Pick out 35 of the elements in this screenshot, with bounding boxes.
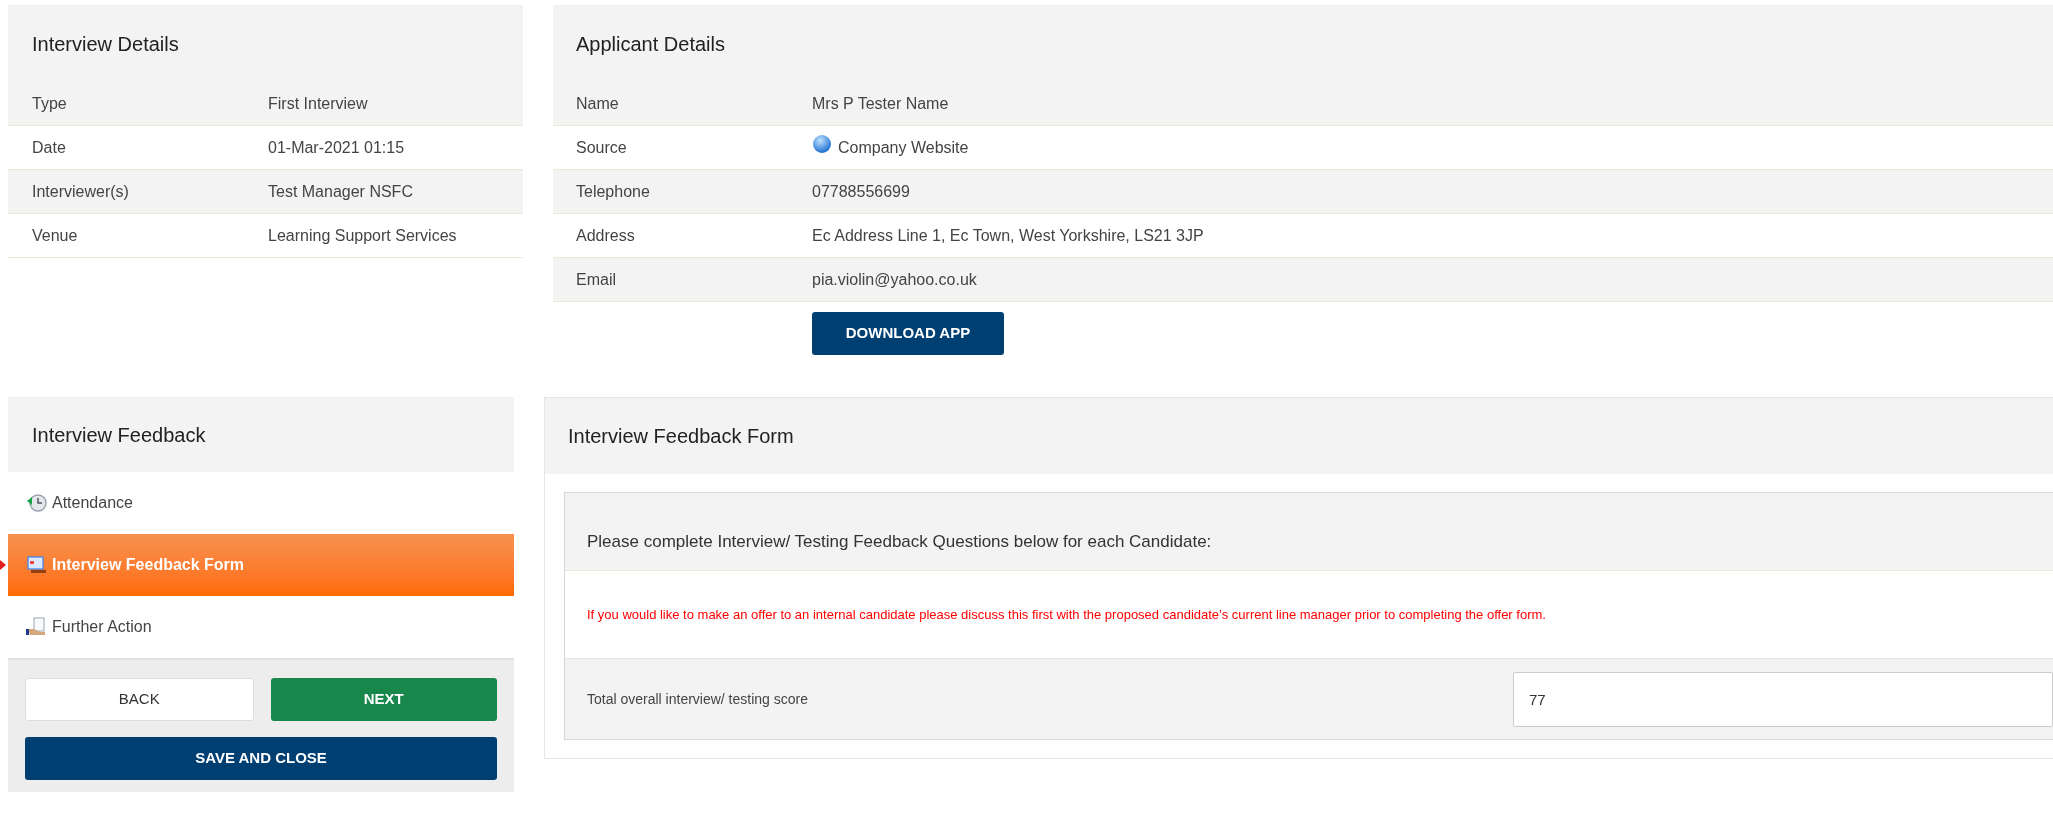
save-and-close-button[interactable]: SAVE AND CLOSE: [25, 737, 497, 780]
warning-text: If you would like to make an offer to an internal candidate please discuss this first with the proposed candidate’s current line manager prior to completing the offer form.: [587, 605, 1546, 624]
field-value: 07788556699: [812, 181, 910, 202]
clock-icon: [26, 493, 48, 513]
field-label: Telephone: [576, 181, 651, 202]
form-icon: [26, 555, 48, 575]
pointer-icon: [0, 560, 6, 570]
field-label: Interviewer(s): [32, 181, 130, 202]
download-app-button[interactable]: DOWNLOAD APP: [812, 312, 1004, 355]
field-value: 01-Mar-2021 01:15: [268, 137, 405, 158]
next-button[interactable]: NEXT: [270, 678, 497, 721]
field-label: Type: [32, 93, 68, 114]
score-field[interactable]: 77: [1513, 671, 2053, 727]
form-instructions: Please complete Interview/ Testing Feedback Questions below for each Candidate:: [587, 530, 1212, 553]
field-value: pia.violin@yahoo.co.uk: [812, 269, 977, 290]
field-value: Learning Support Services: [268, 225, 457, 246]
field-value: First Interview: [268, 93, 368, 114]
field-label: Venue: [32, 225, 79, 246]
globe-icon: [812, 133, 832, 154]
document-hand-icon: [26, 617, 48, 637]
field-value: Ec Address Line 1, Ec Town, West Yorkshire, LS21 3JP: [812, 225, 1204, 246]
panel-title: Interview Feedback: [32, 422, 206, 448]
field-label: Email: [576, 269, 617, 290]
field-label: Source: [576, 137, 628, 158]
field-value: Company Website: [838, 137, 969, 158]
field-label: Name: [576, 93, 620, 114]
field-label: Date: [32, 137, 67, 158]
back-button[interactable]: BACK: [25, 678, 254, 721]
field-value: Test Manager NSFC: [268, 181, 413, 202]
panel-title: Interview Details: [32, 31, 179, 57]
panel-title: Interview Feedback Form: [568, 424, 794, 449]
panel-title: Applicant Details: [576, 31, 725, 57]
field-value: Mrs P Tester Name: [812, 93, 949, 114]
field-label: Total overall interview/ testing score: [587, 689, 809, 709]
field-label: Address: [576, 225, 636, 246]
